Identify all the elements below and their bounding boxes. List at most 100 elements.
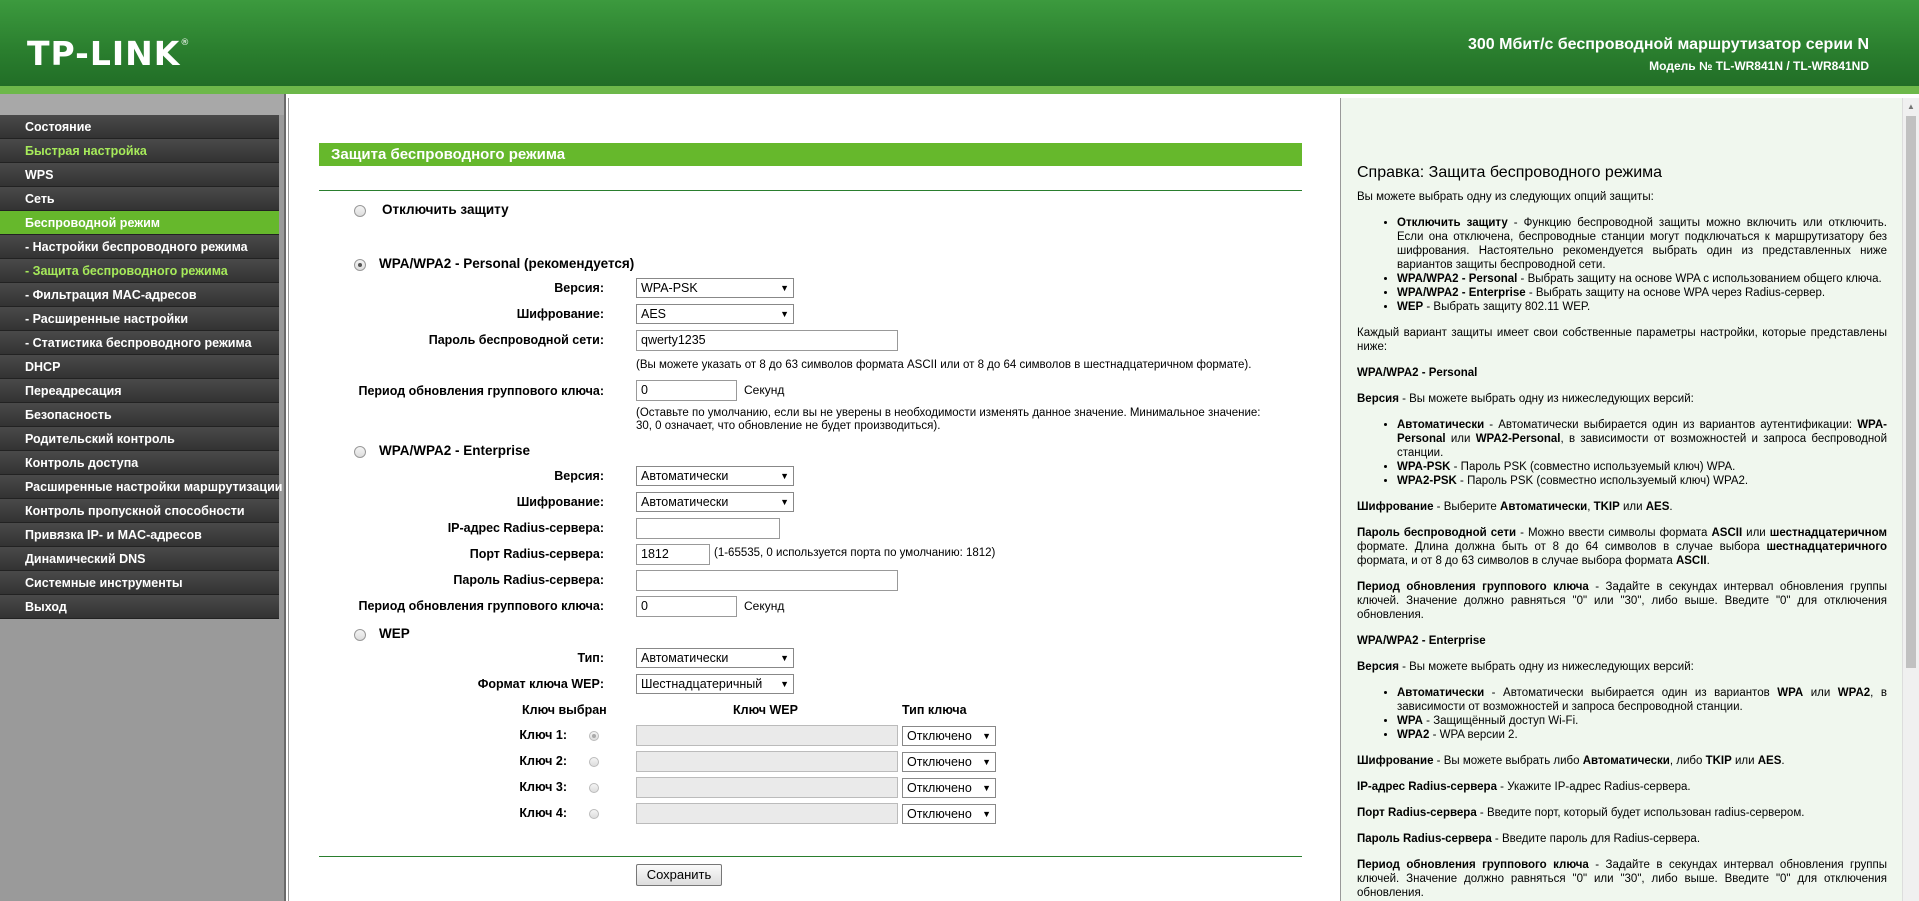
sidebar-item-status[interactable]: Состояние bbox=[0, 115, 279, 139]
radio-wpa-personal[interactable] bbox=[354, 259, 366, 271]
period-hint-line2: 30, 0 означает, что обновление не будет … bbox=[636, 420, 941, 432]
help-scrollbar[interactable]: ▲ bbox=[1902, 98, 1919, 901]
sidebar-item-bandwidth-control[interactable]: Контроль пропускной способности bbox=[0, 499, 279, 523]
wep-key1-type-select[interactable]: Отключено bbox=[902, 726, 996, 746]
radio-wep[interactable] bbox=[354, 629, 366, 641]
help-option-disable: Отключить защиту - Функцию беспроводной … bbox=[1397, 216, 1887, 272]
sidebar-item-wireless-statistics[interactable]: - Статистика беспроводного режима bbox=[0, 331, 279, 355]
personal-version-label: Версия: bbox=[554, 281, 604, 295]
wpa-enterprise-label: WPA/WPA2 - Enterprise bbox=[379, 443, 531, 458]
help-password: Пароль беспроводной сети - Можно ввести … bbox=[1357, 527, 1887, 567]
wep-key3-type-select[interactable]: Отключено bbox=[902, 778, 996, 798]
period-hint-line1: (Оставьте по умолчанию, если вы не увере… bbox=[636, 407, 1261, 419]
personal-period-unit: Секунд bbox=[744, 383, 785, 397]
wpa-personal-label: WPA/WPA2 - Personal (рекомендуется) bbox=[379, 256, 635, 271]
help-period: Период обновления группового ключа - Зад… bbox=[1357, 581, 1887, 621]
help-radius-ip: IP-адрес Radius-сервера - Укажите IP-адр… bbox=[1357, 781, 1691, 793]
wep-key1-input[interactable] bbox=[636, 725, 898, 746]
help-version: Версия - Вы можете выбрать одну из нижес… bbox=[1357, 393, 1694, 405]
wireless-password-label: Пароль беспроводной сети: bbox=[428, 333, 604, 347]
radius-password-input[interactable] bbox=[636, 570, 898, 591]
help-personal-versions: Автоматически - Автоматически выбирается… bbox=[1397, 418, 1887, 488]
radius-ip-label: IP-адрес Radius-сервера: bbox=[447, 521, 604, 535]
wep-key3-input[interactable] bbox=[636, 777, 898, 798]
sidebar-item-wps[interactable]: WPS bbox=[0, 163, 279, 187]
help-ent-auto: Автоматически - Автоматически выбирается… bbox=[1397, 686, 1887, 714]
wep-col-selected: Ключ выбран bbox=[522, 703, 607, 717]
help-title: Справка: Защита беспроводного режима bbox=[1357, 164, 1663, 181]
wep-key4-type-select[interactable]: Отключено bbox=[902, 804, 996, 824]
logo-text: TP-LINK bbox=[27, 34, 181, 73]
sidebar-item-access-control[interactable]: Контроль доступа bbox=[0, 451, 279, 475]
wep-key4-label: Ключ 4: bbox=[519, 806, 567, 820]
radio-wpa-enterprise[interactable] bbox=[354, 446, 366, 458]
wep-key2-radio[interactable] bbox=[589, 757, 599, 767]
help-option-wep: WEP - Выбрать защиту 802.11 WEP. bbox=[1397, 300, 1887, 314]
sidebar: Состояние Быстрая настройка WPS Сеть Бес… bbox=[0, 94, 286, 901]
help-ent-encryption: Шифрование - Вы можете выбрать либо Авто… bbox=[1357, 755, 1785, 767]
radius-ip-input[interactable] bbox=[636, 518, 780, 539]
sidebar-item-parental-control[interactable]: Родительский контроль bbox=[0, 427, 279, 451]
enterprise-version-select[interactable]: Автоматически bbox=[636, 466, 794, 486]
help-each: Каждый вариант защиты имеет свои собстве… bbox=[1357, 327, 1887, 353]
save-button[interactable]: Сохранить bbox=[636, 864, 722, 886]
sidebar-item-dhcp[interactable]: DHCP bbox=[0, 355, 279, 379]
sidebar-item-wireless[interactable]: Беспроводной режим bbox=[0, 211, 279, 235]
sidebar-item-quick-setup[interactable]: Быстрая настройка bbox=[0, 139, 279, 163]
wep-type-select[interactable]: Автоматически bbox=[636, 648, 794, 668]
enterprise-encryption-select[interactable]: Автоматически bbox=[636, 492, 794, 512]
wep-key3-radio[interactable] bbox=[589, 783, 599, 793]
enterprise-period-input[interactable]: 0 bbox=[636, 596, 737, 617]
help-radius-period: Период обновления группового ключа - Зад… bbox=[1357, 859, 1887, 899]
radius-password-label: Пароль Radius-сервера: bbox=[453, 573, 604, 587]
help-options-list: Отключить защиту - Функцию беспроводной … bbox=[1397, 216, 1887, 314]
wep-label: WEP bbox=[379, 626, 410, 641]
sidebar-item-dynamic-dns[interactable]: Динамический DNS bbox=[0, 547, 279, 571]
help-content: Справка: Защита беспроводного режима Вы … bbox=[1357, 164, 1887, 901]
enterprise-encryption-label: Шифрование: bbox=[516, 495, 604, 509]
sidebar-top-gap bbox=[0, 94, 284, 115]
wireless-password-input[interactable]: qwerty1235 bbox=[636, 330, 898, 351]
wep-key4-radio[interactable] bbox=[589, 809, 599, 819]
wep-key3-label: Ключ 3: bbox=[519, 780, 567, 794]
wep-col-key: Ключ WEP bbox=[733, 703, 798, 717]
wep-key1-label: Ключ 1: bbox=[519, 728, 567, 742]
personal-period-input[interactable]: 0 bbox=[636, 380, 737, 401]
sidebar-item-mac-filtering[interactable]: - Фильтрация MAC-адресов bbox=[0, 283, 279, 307]
sidebar-item-system-tools[interactable]: Системные инструменты bbox=[0, 571, 279, 595]
sidebar-item-wireless-advanced[interactable]: - Расширенные настройки bbox=[0, 307, 279, 331]
personal-period-label: Период обновления группового ключа: bbox=[358, 384, 604, 398]
wep-format-select[interactable]: Шестнадцатеричный bbox=[636, 674, 794, 694]
header-banner: TP-LINK® 300 Мбит/с беспроводной маршрут… bbox=[0, 0, 1919, 94]
personal-encryption-select[interactable]: AES bbox=[636, 304, 794, 324]
sidebar-item-security[interactable]: Безопасность bbox=[0, 403, 279, 427]
sidebar-item-advanced-routing[interactable]: Расширенные настройки маршрутизации bbox=[0, 475, 282, 499]
sidebar-item-forwarding[interactable]: Переадресация bbox=[0, 379, 279, 403]
wep-key2-type-select[interactable]: Отключено bbox=[902, 752, 996, 772]
help-ent-wpa: WPA - Защищённый доступ Wi-Fi. bbox=[1397, 714, 1887, 728]
product-title: 300 Мбит/с беспроводной маршрутизатор се… bbox=[1467, 36, 1869, 53]
wep-key4-input[interactable] bbox=[636, 803, 898, 824]
sidebar-item-wireless-settings[interactable]: - Настройки беспроводного режима bbox=[0, 235, 279, 259]
help-personal-wpa2-psk: WPA2-PSK - Пароль PSK (совместно использ… bbox=[1397, 474, 1887, 488]
tp-link-logo: TP-LINK® bbox=[27, 34, 190, 73]
scrollbar-thumb[interactable] bbox=[1906, 116, 1916, 668]
sidebar-item-logout[interactable]: Выход bbox=[0, 595, 279, 619]
wep-key2-input[interactable] bbox=[636, 751, 898, 772]
personal-version-select[interactable]: WPA-PSK bbox=[636, 278, 794, 298]
sidebar-item-network[interactable]: Сеть bbox=[0, 187, 279, 211]
radius-port-hint: (1-65535, 0 используется порта по умолча… bbox=[714, 547, 996, 559]
help-panel: Справка: Защита беспроводного режима Вы … bbox=[1340, 98, 1902, 901]
sidebar-item-wireless-security[interactable]: - Защита беспроводного режима bbox=[0, 259, 279, 283]
main-content: Защита беспроводного режима Отключить за… bbox=[288, 98, 1336, 901]
radio-disable-security[interactable] bbox=[354, 205, 366, 217]
wep-type-label: Тип: bbox=[577, 651, 604, 665]
sidebar-item-ip-mac-binding[interactable]: Привязка IP- и MAC-адресов bbox=[0, 523, 279, 547]
wep-key1-radio[interactable] bbox=[589, 731, 599, 741]
radius-port-input[interactable]: 1812 bbox=[636, 544, 710, 565]
personal-encryption-label: Шифрование: bbox=[516, 307, 604, 321]
disable-security-label: Отключить защиту bbox=[382, 202, 509, 217]
scroll-up-icon[interactable]: ▲ bbox=[1907, 102, 1915, 111]
help-intro: Вы можете выбрать одну из следующих опци… bbox=[1357, 191, 1654, 203]
help-personal-auto: Автоматически - Автоматически выбирается… bbox=[1397, 418, 1887, 460]
